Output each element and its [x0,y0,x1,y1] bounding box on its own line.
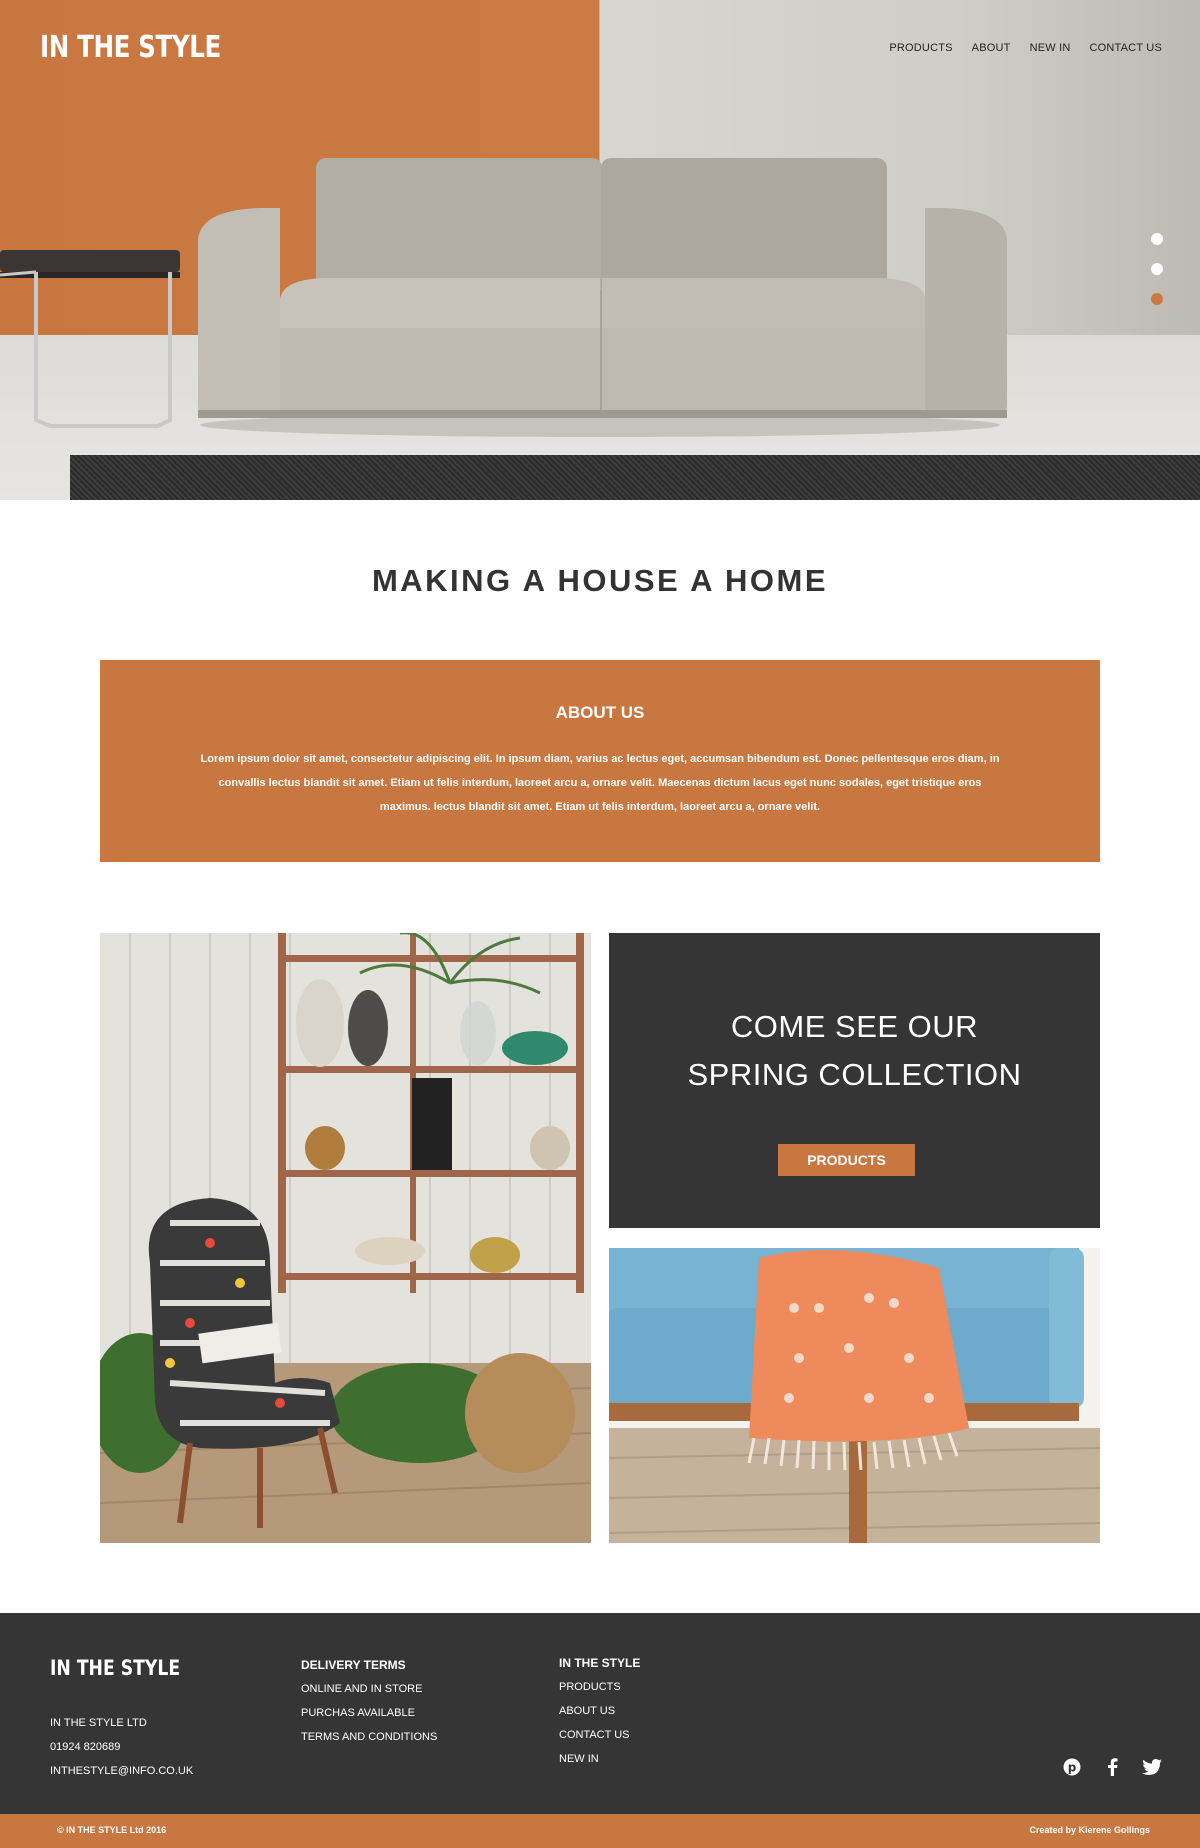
main-nav: PRODUCTS ABOUT NEW IN CONTACT US [889,42,1162,54]
footer-delivery-title: DELIVERY TERMS [301,1658,406,1672]
footer-delivery: DELIVERY TERMS ONLINE AND IN STORE PURCH… [301,1653,437,1749]
nav-new-in[interactable]: NEW IN [1030,42,1071,54]
site-footer: IN THE STYLE IN THE STYLE LTD 01924 8206… [0,1613,1200,1814]
promo-line-2: SPRING COLLECTION [687,1057,1022,1092]
copyright-bar: © IN THE STYLE Ltd 2016 Created by Kiere… [0,1814,1200,1848]
footer-company-name: IN THE STYLE LTD [50,1717,147,1729]
slider-dots [1151,233,1163,305]
footer-email[interactable]: INTHESTYLE@INFO.CO.UK [50,1759,193,1783]
copyright-text: © IN THE STYLE Ltd 2016 [57,1825,167,1835]
footer-link-new-in[interactable]: NEW IN [559,1747,640,1771]
footer-link-about[interactable]: ABOUT US [559,1699,640,1723]
spring-collection-promo: COME SEE OUR SPRING COLLECTION PRODUCTS [609,933,1100,1228]
page-headline: MAKING A HOUSE A HOME [371,563,829,598]
slider-dot-3[interactable] [1151,293,1163,305]
footer-delivery-item[interactable]: ONLINE AND IN STORE [301,1677,437,1701]
footer-delivery-item[interactable]: PURCHAS AVAILABLE [301,1701,437,1725]
social-links: p [1062,1757,1162,1777]
nav-contact-us[interactable]: CONTACT US [1090,42,1163,54]
about-title: ABOUT US [555,703,645,722]
footer-links: IN THE STYLE PRODUCTS ABOUT US CONTACT U… [559,1651,640,1771]
footer-links-title: IN THE STYLE [559,1656,641,1670]
shelf-chair-image [100,933,591,1543]
nav-products[interactable]: PRODUCTS [889,42,952,54]
footer-company: IN THE STYLE LTD 01924 820689 INTHESTYLE… [50,1711,193,1783]
footer-logo[interactable]: IN THE STYLE [50,1656,180,1680]
blanket-sofa-image [609,1248,1100,1543]
products-button[interactable]: PRODUCTS [778,1144,915,1176]
brand-logo[interactable]: IN THE STYLE [40,30,221,65]
hero-banner: IN THE STYLE PRODUCTS ABOUT NEW IN CONTA… [0,0,1200,500]
facebook-icon[interactable] [1102,1757,1122,1777]
pinterest-icon[interactable]: p [1062,1757,1082,1777]
hero-sofa-image [0,158,1007,437]
credit-text: Created by Kierene Gollings [1029,1825,1150,1835]
slider-dot-2[interactable] [1151,263,1163,275]
twitter-icon[interactable] [1142,1757,1162,1777]
svg-text:p: p [1068,1761,1077,1775]
about-body: Lorem ipsum dolor sit amet, consectetur … [200,753,1000,813]
footer-phone: 01924 820689 [50,1741,121,1753]
about-section: ABOUT US Lorem ipsum dolor sit amet, con… [100,660,1100,862]
footer-link-products[interactable]: PRODUCTS [559,1675,640,1699]
promo-line-1: COME SEE OUR [730,1009,979,1044]
slider-dot-1[interactable] [1151,233,1163,245]
footer-link-contact[interactable]: CONTACT US [559,1723,640,1747]
nav-about[interactable]: ABOUT [972,42,1011,54]
footer-delivery-item[interactable]: TERMS AND CONDITIONS [301,1725,437,1749]
